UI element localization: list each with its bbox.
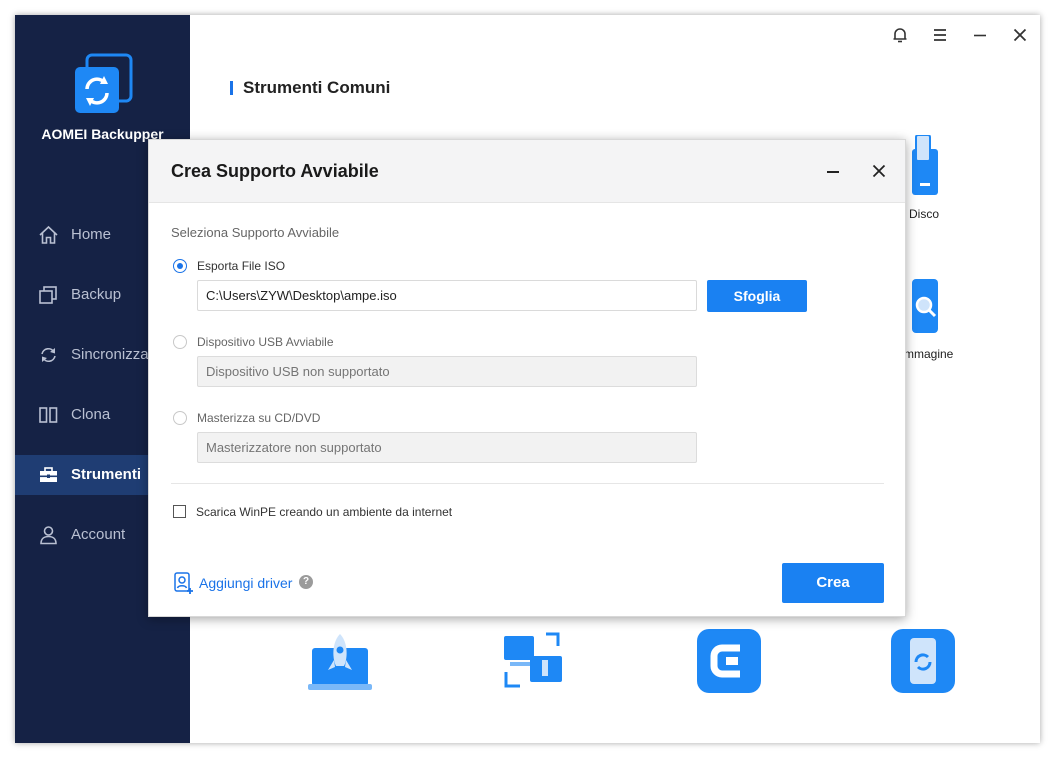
image-tool-label: mmagine [904,347,954,361]
radio-burn-cd-dvd[interactable] [173,411,187,425]
dialog-title: Crea Supporto Avviabile [171,161,379,181]
radio-export-iso[interactable] [173,259,187,273]
dialog-divider [171,483,884,484]
user-icon [40,526,57,545]
disk-tool-label: Disco [909,207,940,221]
add-driver-link[interactable]: Aggiungi driver [199,575,292,591]
dialog-subheading: Seleziona Supporto Avviabile [171,225,340,240]
dialog-minimize-icon[interactable] [824,162,842,180]
cd-burner-field [197,432,697,463]
nav-label: Home [71,226,112,243]
nav-label: Clona [71,406,111,423]
section-accent-bar [230,81,233,95]
sync-icon [41,348,56,362]
radio-bootable-usb[interactable] [173,335,187,349]
winpe-download-checkbox[interactable] [173,505,186,518]
help-icon[interactable]: ? [299,575,313,589]
iso-path-input[interactable] [197,280,697,311]
toolbox-icon [40,467,57,482]
close-icon[interactable] [1010,25,1030,45]
transfer-tool-icon[interactable] [502,632,566,692]
winpe-download-label: Scarica WinPE creando un ambiente da int… [196,505,453,519]
home-icon [39,225,58,244]
radio-bootable-usb-label: Dispositivo USB Avviabile [197,335,334,349]
section-title: Strumenti Comuni [243,78,391,97]
nav-label: Account [71,526,126,543]
dialog-header: Crea Supporto Avviabile [149,140,905,203]
minimize-icon[interactable] [970,25,990,45]
nav-label: Backup [71,286,122,303]
image-search-tool-icon[interactable] [912,279,942,335]
centralized-tool-icon[interactable] [696,628,762,694]
backup-icon [39,286,57,304]
dialog-close-icon[interactable] [870,162,888,180]
menu-icon[interactable] [930,25,950,45]
bell-icon[interactable] [890,25,910,45]
create-bootable-media-dialog: Crea Supporto Avviabile Seleziona Suppor… [148,139,906,617]
radio-burn-cd-dvd-label: Masterizza su CD/DVD [197,411,321,425]
browse-button[interactable]: Sfoglia [707,280,807,312]
disk-tool-icon[interactable] [912,135,942,195]
radio-export-iso-label: Esporta File ISO [197,259,286,273]
clone-icon [39,407,58,423]
create-button[interactable]: Crea [782,563,884,603]
phone-backup-tool-icon[interactable] [890,628,956,694]
nav-label: Sincronizza [71,346,149,363]
add-driver-icon[interactable] [173,571,195,595]
rocket-tool-icon[interactable] [308,632,372,692]
app-logo-icon [75,53,133,113]
nav-label: Strumenti [71,466,142,483]
usb-device-field [197,356,697,387]
